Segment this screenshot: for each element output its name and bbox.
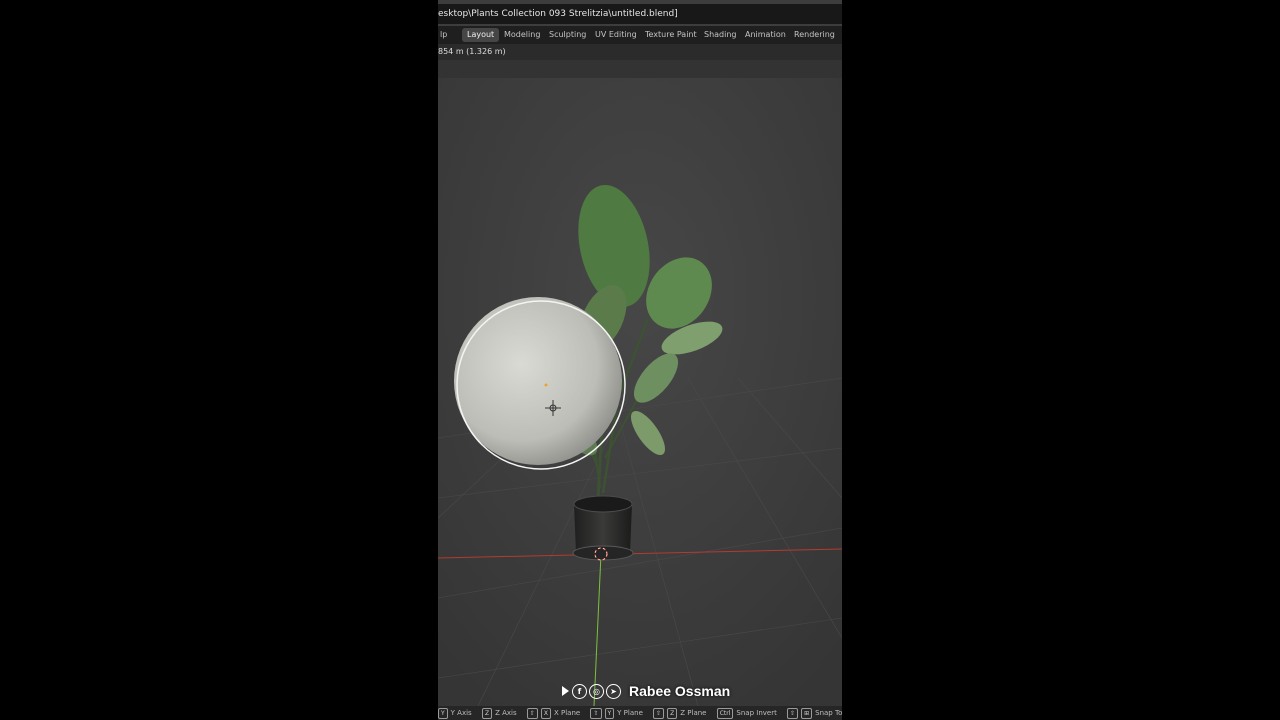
hint-label: Z Axis	[495, 709, 517, 717]
key-ctrl: Ctrl	[716, 708, 734, 719]
tab-sculpting[interactable]: Sculpting	[544, 28, 591, 42]
hint-snap-toggle: ⇧⊞Snap Tog	[787, 706, 842, 720]
key-shift: ⇧	[787, 708, 799, 719]
key-shift: ⇧	[590, 708, 602, 719]
tab-modeling[interactable]: Modeling	[499, 28, 545, 42]
hint-y-plane: ⇧ Y Y Plane	[590, 706, 643, 720]
hint-label: Z Plane	[680, 709, 707, 717]
key-tab: ⊞	[801, 708, 813, 719]
blender-window: esktop\Plants Collection 093 Strelitzia\…	[438, 0, 842, 720]
hint-x-plane: ⇧ X X Plane	[526, 706, 581, 720]
key-y: Y	[438, 708, 448, 719]
status-bar: YY Axis ZZ Axis ⇧ X X Plane ⇧ Y Y Plane ⇧ Z Z …	[438, 706, 842, 720]
key-z: Z	[481, 708, 493, 719]
hint-z-plane: ⇧ Z Z Plane	[653, 706, 707, 720]
title-bar: esktop\Plants Collection 093 Strelitzia\…	[438, 4, 842, 24]
key-shift: ⇧	[526, 708, 538, 719]
hint-label: Snap Tog	[815, 709, 842, 717]
tab-texture-paint[interactable]: Texture Paint	[640, 28, 702, 42]
hint-snap-invert: Ctrl Snap Invert	[716, 706, 777, 720]
hint-y-axis: YY Axis	[438, 706, 472, 720]
hint-label: X Plane	[554, 709, 581, 717]
tab-lp[interactable]: lp	[438, 28, 452, 42]
key-y: Y	[604, 708, 615, 719]
facebook-icon: f	[572, 683, 587, 699]
tab-uv-editing[interactable]: UV Editing	[590, 28, 642, 42]
play-icon	[562, 686, 569, 696]
instagram-icon: ◎	[589, 683, 604, 699]
tab-animation[interactable]: Animation	[740, 28, 791, 42]
measure-info-bar: 854 m (1.326 m)	[438, 44, 842, 60]
tab-shading[interactable]: Shading	[699, 28, 742, 42]
telegram-icon: ➤	[606, 683, 621, 699]
hint-label: Y Axis	[450, 709, 472, 717]
watermark: f ◎ ➤ Rabee Ossman	[562, 681, 730, 701]
plant-pot	[572, 495, 634, 561]
hint-z-axis: ZZ Axis	[481, 706, 517, 720]
tab-rendering[interactable]: Rendering	[789, 28, 840, 42]
watermark-name: Rabee Ossman	[629, 683, 731, 699]
object-origin-dot	[544, 383, 548, 387]
3d-viewport[interactable]	[438, 78, 842, 706]
measure-readout: 854 m (1.326 m)	[438, 47, 506, 56]
hint-label: Snap Invert	[736, 709, 777, 717]
hint-label: Y Plane	[617, 709, 643, 717]
viewport-header	[438, 60, 842, 78]
key-x: X	[540, 708, 551, 719]
key-shift: ⇧	[653, 708, 665, 719]
tab-layout[interactable]: Layout	[462, 28, 500, 42]
key-z: Z	[667, 708, 678, 719]
workspace-tabs: lp Layout Modeling Sculpting UV Editing …	[438, 26, 842, 44]
window-title: esktop\Plants Collection 093 Strelitzia\…	[438, 9, 678, 19]
